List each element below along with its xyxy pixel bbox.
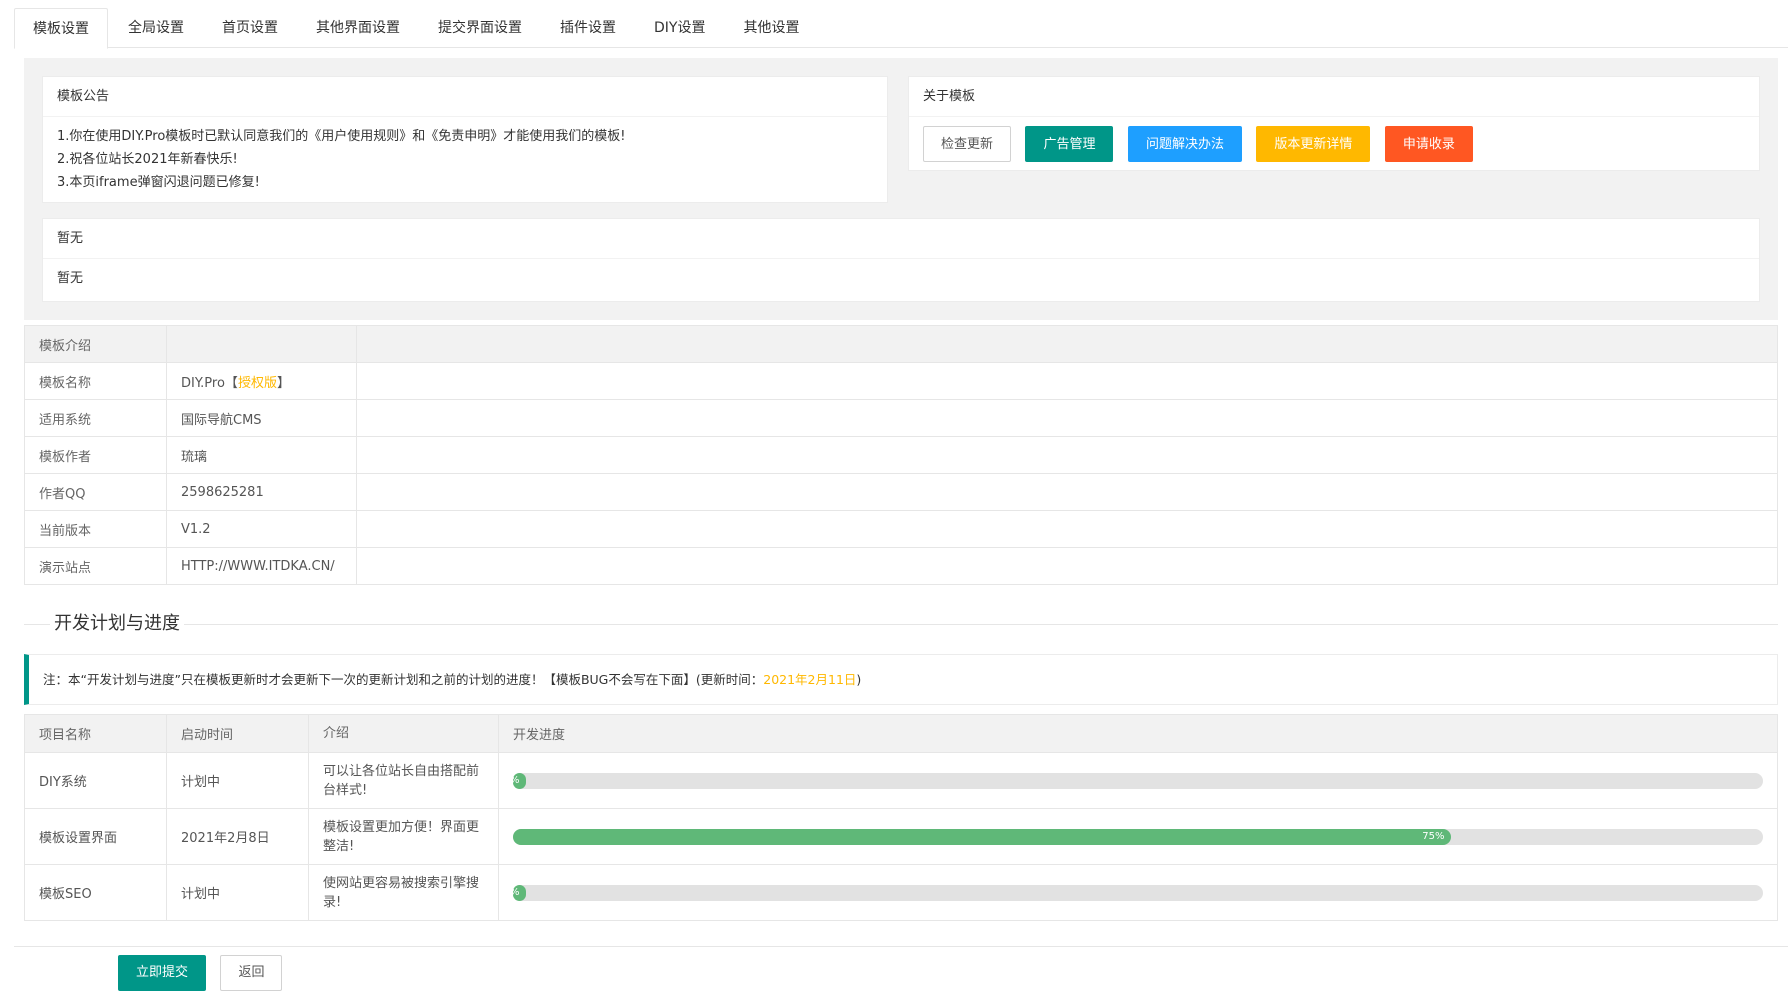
tab-plugin-settings[interactable]: 插件设置 (542, 8, 634, 48)
misc-title: 暂无 (43, 219, 1759, 259)
column-header: 介绍 (308, 714, 499, 753)
row-value: 2598625281 (166, 473, 357, 511)
table-row: 模板名称 DIY.Pro【授权版】 (24, 362, 1778, 400)
notice-card: 模板公告 1.你在使用DIY.Pro模板时已默认同意我们的《用户使用规则》和《免… (42, 76, 888, 203)
check-update-button[interactable]: 检查更新 (923, 126, 1012, 162)
table-header-row: 模板介绍 (24, 325, 1778, 363)
progress-text: 1% (503, 774, 520, 786)
submit-button[interactable]: 立即提交 (118, 955, 207, 991)
table-row: 演示站点 HTTP://WWW.ITDKA.CN/ (24, 547, 1778, 585)
project-desc: 可以让各位站长自由搭配前台样式! (308, 752, 499, 809)
row-value: 国际导航CMS (166, 399, 357, 437)
row-label: 模板作者 (24, 436, 167, 474)
plan-title: 开发计划与进度 (50, 612, 184, 636)
tab-diy-settings[interactable]: DIY设置 (636, 8, 723, 48)
table-row: 模板作者 琉璃 (24, 436, 1778, 474)
progress-bar: 1% (504, 884, 1763, 901)
ad-manage-button[interactable]: 广告管理 (1025, 126, 1114, 162)
license-badge: 授权版 (237, 375, 277, 391)
progress-bar: 75% (513, 828, 1763, 845)
project-start: 2021年2月8日 (166, 808, 309, 865)
progress-bar: 1% (504, 772, 1763, 789)
divider (24, 624, 1778, 625)
divider (14, 946, 1788, 947)
project-name: 模板SEO (24, 864, 167, 921)
table-row: 作者QQ 2598625281 (24, 473, 1778, 511)
apply-listing-button[interactable]: 申请收录 (1384, 126, 1473, 162)
about-card: 关于模板 检查更新 广告管理 问题解决办法 版本更新详情 申请收录 (908, 76, 1760, 171)
column-header: 启动时间 (166, 714, 309, 753)
notice-area: 模板公告 1.你在使用DIY.Pro模板时已默认同意我们的《用户使用规则》和《免… (24, 58, 1778, 320)
row-label: 模板名称 (24, 362, 167, 400)
row-value: 琉璃 (166, 436, 357, 474)
table-header-row: 项目名称 启动时间 介绍 开发进度 (24, 714, 1778, 753)
project-name: DIY系统 (24, 752, 167, 809)
changelog-button[interactable]: 版本更新详情 (1256, 126, 1371, 162)
plan-table: 项目名称 启动时间 介绍 开发进度 DIY系统 计划中 可以让各位站长自由搭配前… (24, 714, 1778, 921)
table-row: 模板SEO 计划中 使网站更容易被搜索引擎搜录! 1% (24, 864, 1778, 921)
tab-home-settings[interactable]: 首页设置 (204, 8, 296, 48)
tab-template-settings[interactable]: 模板设置 (14, 8, 108, 49)
project-start: 计划中 (166, 864, 309, 921)
row-label: 作者QQ (24, 473, 167, 511)
plan-note-date: 2021年2月11日 (763, 672, 857, 687)
row-value: HTTP://WWW.ITDKA.CN/ (166, 547, 357, 585)
notice-body: 1.你在使用DIY.Pro模板时已默认同意我们的《用户使用规则》和《免责申明》才… (43, 117, 887, 202)
table-row: DIY系统 计划中 可以让各位站长自由搭配前台样式! 1% (24, 752, 1778, 809)
project-desc: 使网站更容易被搜索引擎搜录! (308, 864, 499, 921)
table-row: 当前版本 V1.2 (24, 510, 1778, 548)
table-row: 模板设置界面 2021年2月8日 模板设置更加方便！界面更整洁! 75% (24, 808, 1778, 865)
progress-text: 75% (1422, 830, 1445, 842)
troubleshoot-button[interactable]: 问题解决办法 (1127, 126, 1242, 162)
notice-title: 模板公告 (43, 77, 887, 117)
notice-line: 3.本页iframe弹窗闪退问题已修复! (57, 175, 260, 190)
plan-note-text: 注：本“开发计划与进度”只在模板更新时才会更新下一次的更新计划和之前的计划的进度… (43, 672, 764, 687)
tab-bar: 模板设置 全局设置 首页设置 其他界面设置 提交界面设置 插件设置 DIY设置 … (14, 8, 1788, 49)
about-title: 关于模板 (909, 77, 1759, 117)
tab-global-settings[interactable]: 全局设置 (110, 8, 202, 48)
row-label: 当前版本 (24, 510, 167, 548)
project-name: 模板设置界面 (24, 808, 167, 865)
row-label: 适用系统 (24, 399, 167, 437)
form-actions: 立即提交 返回 (118, 955, 292, 991)
misc-body: 暂无 (57, 271, 84, 286)
about-buttons: 检查更新 广告管理 问题解决办法 版本更新详情 申请收录 (909, 117, 1759, 171)
notice-line: 1.你在使用DIY.Pro模板时已默认同意我们的《用户使用规则》和《免责申明》才… (57, 129, 626, 144)
template-intro-table: 模板介绍 模板名称 DIY.Pro【授权版】 适用系统 国际导航CMS 模板作者… (24, 325, 1778, 585)
progress-fill: 1% (504, 772, 526, 789)
progress-text: 1% (503, 886, 520, 898)
tab-submit-page-settings[interactable]: 提交界面设置 (420, 8, 540, 48)
row-label: 演示站点 (24, 547, 167, 585)
tab-misc-settings[interactable]: 其他设置 (725, 8, 817, 48)
notice-line: 2.祝各位站长2021年新春快乐! (57, 152, 238, 167)
progress-fill: 1% (504, 884, 526, 901)
project-start: 计划中 (166, 752, 309, 809)
column-header: 开发进度 (498, 714, 1778, 753)
project-desc: 模板设置更加方便！界面更整洁! (308, 808, 499, 865)
plan-section-title: 开发计划与进度 (24, 612, 1778, 636)
row-value: DIY.Pro【授权版】 (166, 362, 357, 400)
intro-header: 模板介绍 (24, 325, 167, 363)
table-row: 适用系统 国际导航CMS (24, 399, 1778, 437)
back-button[interactable]: 返回 (220, 955, 283, 991)
tab-other-page-settings[interactable]: 其他界面设置 (298, 8, 418, 48)
column-header: 项目名称 (24, 714, 167, 753)
misc-card: 暂无 暂无 (42, 218, 1760, 302)
progress-fill: 75% (513, 828, 1451, 845)
row-value: V1.2 (166, 510, 357, 548)
plan-note: 注：本“开发计划与进度”只在模板更新时才会更新下一次的更新计划和之前的计划的进度… (24, 654, 1778, 705)
